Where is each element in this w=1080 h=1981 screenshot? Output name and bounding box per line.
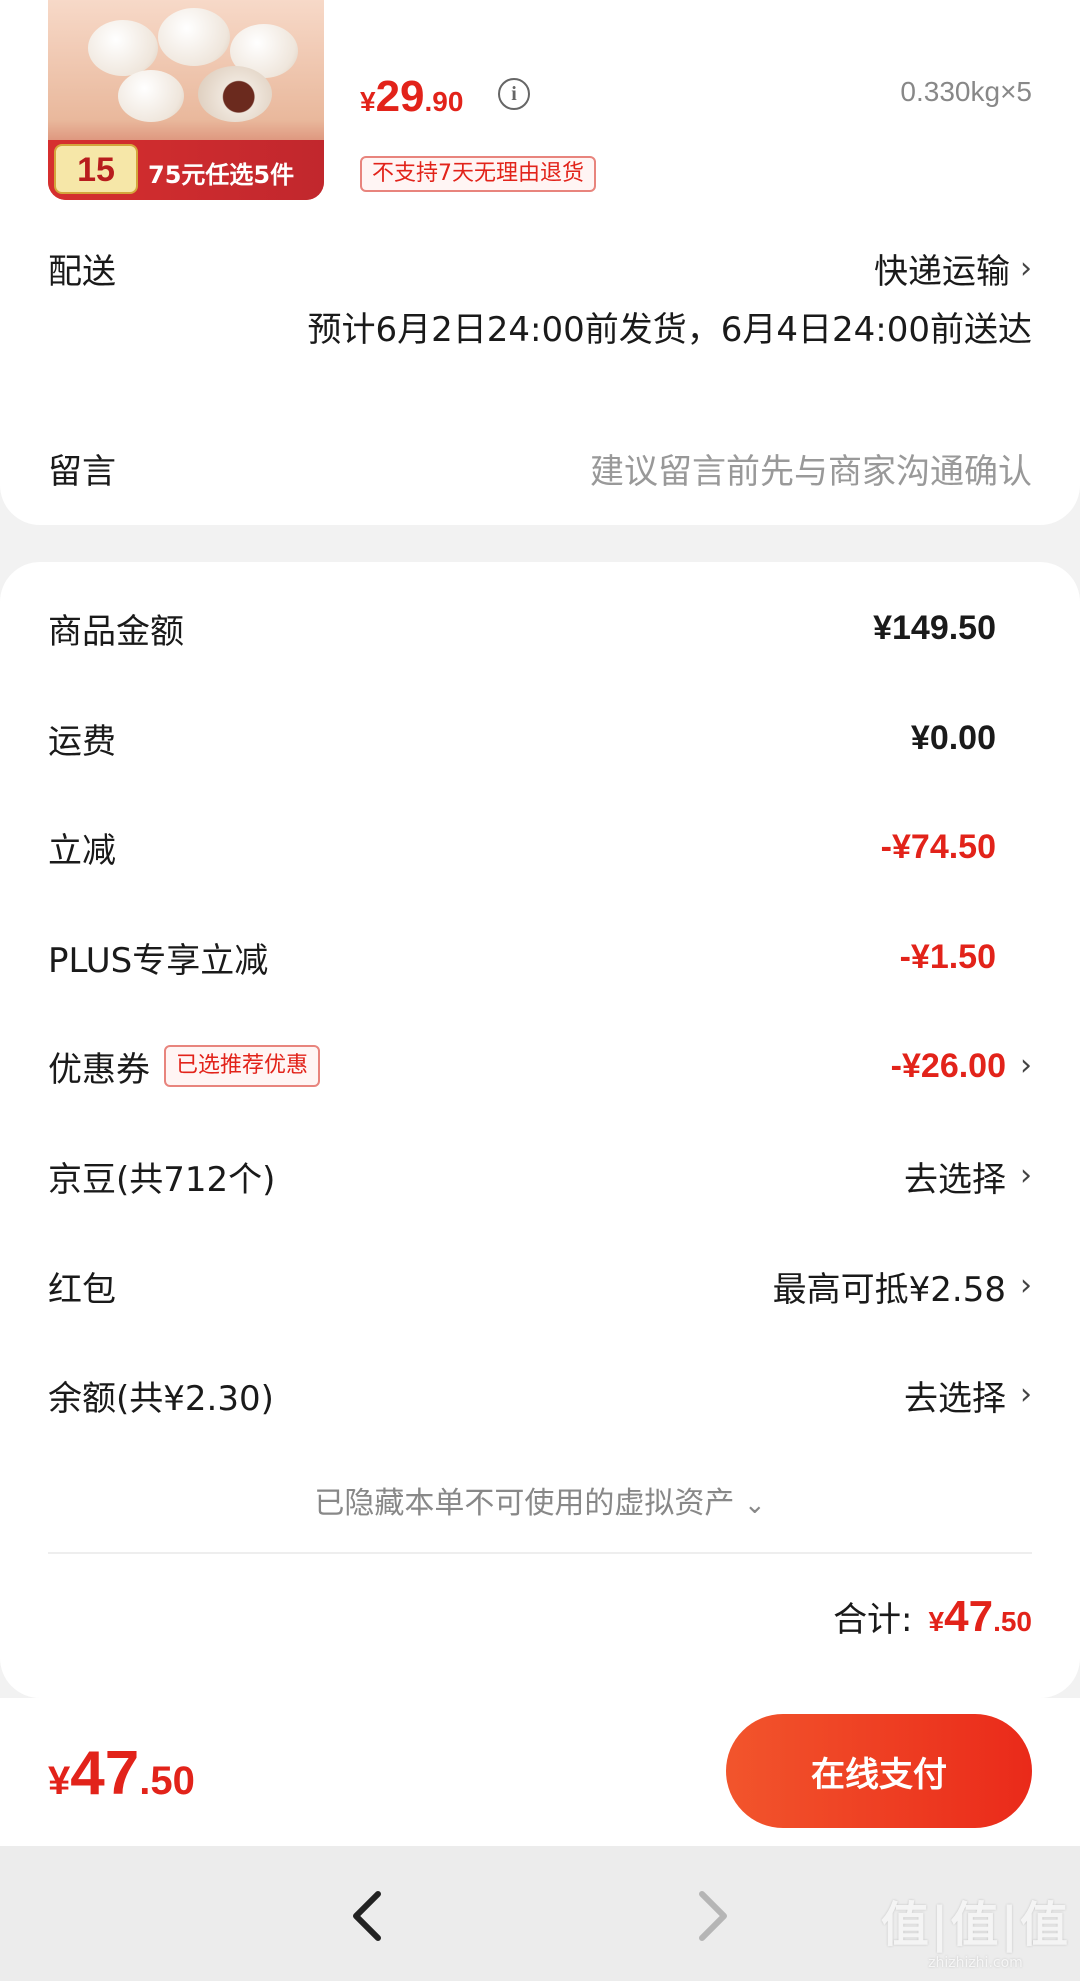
hidden-assets-toggle[interactable]: 已隐藏本单不可使用的虚拟资产 ⌄	[0, 1478, 1080, 1522]
total-currency: ¥	[928, 1606, 945, 1637]
amount-label: PLUS专享立减	[48, 940, 269, 981]
info-icon[interactable]: i	[498, 78, 530, 110]
amount-label: 红包	[48, 1269, 116, 1310]
amount-row-shipping: 运费 ¥0.00	[48, 708, 1032, 768]
total-amount: ¥47.50	[929, 1592, 1032, 1642]
payment-bar: ¥47.50 在线支付	[0, 1698, 1080, 1846]
amount-label: 运费	[48, 721, 116, 762]
price-currency: ¥	[360, 86, 376, 117]
delivery-method-selector[interactable]: 快递运输 ›	[874, 244, 1032, 293]
thumb-promo-text: 75元任选5件	[148, 161, 295, 189]
thumb-price-badge: 15	[54, 144, 138, 194]
amount-row-jingdou[interactable]: 京豆(共712个) 去选择 ›	[48, 1146, 1032, 1206]
message-label: 留言	[48, 452, 116, 492]
watermark-main: 值|值|值	[880, 1897, 1070, 1953]
bun-graphic	[88, 20, 158, 76]
amount-label: 优惠券	[48, 1049, 150, 1090]
divider	[48, 1552, 1032, 1554]
amount-value: ¥149.50	[873, 608, 996, 647]
bun-graphic	[198, 66, 272, 122]
amount-row-coupon[interactable]: 优惠券 已选推荐优惠 -¥26.00 ›	[48, 1036, 1032, 1096]
product-spec: 0.330kg×5	[900, 76, 1032, 107]
pay-integer: 47	[70, 1739, 140, 1808]
total-decimal: .50	[993, 1606, 1032, 1637]
amount-value: -¥1.50	[899, 937, 996, 976]
watermark: 值|值|值 zhizhizhi.com	[881, 1885, 1070, 1971]
chevron-right-icon: ›	[1020, 1268, 1032, 1303]
pay-currency: ¥	[48, 1759, 71, 1803]
order-total: 合计: ¥47.50	[833, 1592, 1032, 1642]
amount-label: 立减	[48, 830, 116, 871]
chevron-right-icon: ›	[1020, 1158, 1032, 1193]
price-integer: 29	[375, 72, 425, 121]
amount-value: ¥0.00	[910, 718, 996, 757]
chevron-left-icon	[353, 1891, 381, 1941]
amount-row-redpacket[interactable]: 红包 最高可抵¥2.58 ›	[48, 1256, 1032, 1316]
forward-button[interactable]	[670, 1876, 750, 1956]
product-promo-banner: 15 75元任选5件	[48, 140, 324, 200]
order-confirm-page: 15 75元任选5件 ¥29.90 i 0.330kg×5 不支持7天无理由退货…	[0, 0, 1080, 1981]
order-info-card: 15 75元任选5件 ¥29.90 i 0.330kg×5 不支持7天无理由退货…	[0, 0, 1080, 525]
hidden-assets-text: 已隐藏本单不可使用的虚拟资产	[314, 1486, 735, 1521]
watermark-sub: zhizhizhi.com	[928, 1955, 1023, 1971]
bun-graphic	[118, 70, 184, 122]
chevron-right-icon: ›	[1020, 1048, 1032, 1083]
amount-row-balance[interactable]: 余额(共¥2.30) 去选择 ›	[48, 1365, 1032, 1425]
chevron-down-icon: ⌄	[743, 1490, 766, 1520]
chevron-right-icon: ›	[1020, 250, 1032, 286]
delivery-eta: 预计6月2日24:00前发货，6月4日24:00前送达	[307, 310, 1033, 350]
pay-total: ¥47.50	[48, 1738, 195, 1809]
chevron-right-icon: ›	[1020, 1377, 1032, 1412]
amount-value: 去选择	[904, 1159, 1006, 1200]
total-label: 合计:	[833, 1600, 913, 1640]
amount-value: 最高可抵¥2.58	[772, 1269, 1006, 1310]
amount-row-goods: 商品金额 ¥149.50	[48, 598, 1032, 658]
amount-label: 京豆(共712个)	[48, 1159, 276, 1200]
amount-value: -¥26.00	[890, 1046, 1006, 1085]
amount-row-plus-discount: PLUS专享立减 -¥1.50	[48, 927, 1032, 987]
return-policy-tag: 不支持7天无理由退货	[360, 156, 596, 192]
message-input[interactable]: 建议留言前先与商家沟通确认	[590, 444, 1032, 493]
amount-row-discount: 立减 -¥74.50	[48, 817, 1032, 877]
amount-value: 去选择	[904, 1378, 1006, 1419]
amount-label: 余额(共¥2.30)	[48, 1378, 274, 1419]
delivery-label: 配送	[48, 252, 116, 292]
total-integer: 47	[944, 1592, 994, 1641]
browser-nav-bar: 值|值|值 zhizhizhi.com	[0, 1846, 1080, 1981]
pay-decimal: .50	[139, 1759, 195, 1803]
bun-graphic	[158, 8, 230, 66]
amount-value: -¥74.50	[880, 827, 996, 866]
amount-label: 商品金额	[48, 611, 184, 652]
coupon-recommend-tag: 已选推荐优惠	[164, 1045, 321, 1087]
pay-online-button[interactable]: 在线支付	[726, 1714, 1032, 1828]
chevron-right-icon	[699, 1891, 727, 1941]
back-button[interactable]	[330, 1876, 410, 1956]
price-decimal: .90	[424, 86, 464, 117]
delivery-method: 快递运输	[874, 252, 1010, 292]
product-price: ¥29.90	[360, 72, 463, 122]
product-image[interactable]: 15 75元任选5件	[48, 0, 324, 200]
